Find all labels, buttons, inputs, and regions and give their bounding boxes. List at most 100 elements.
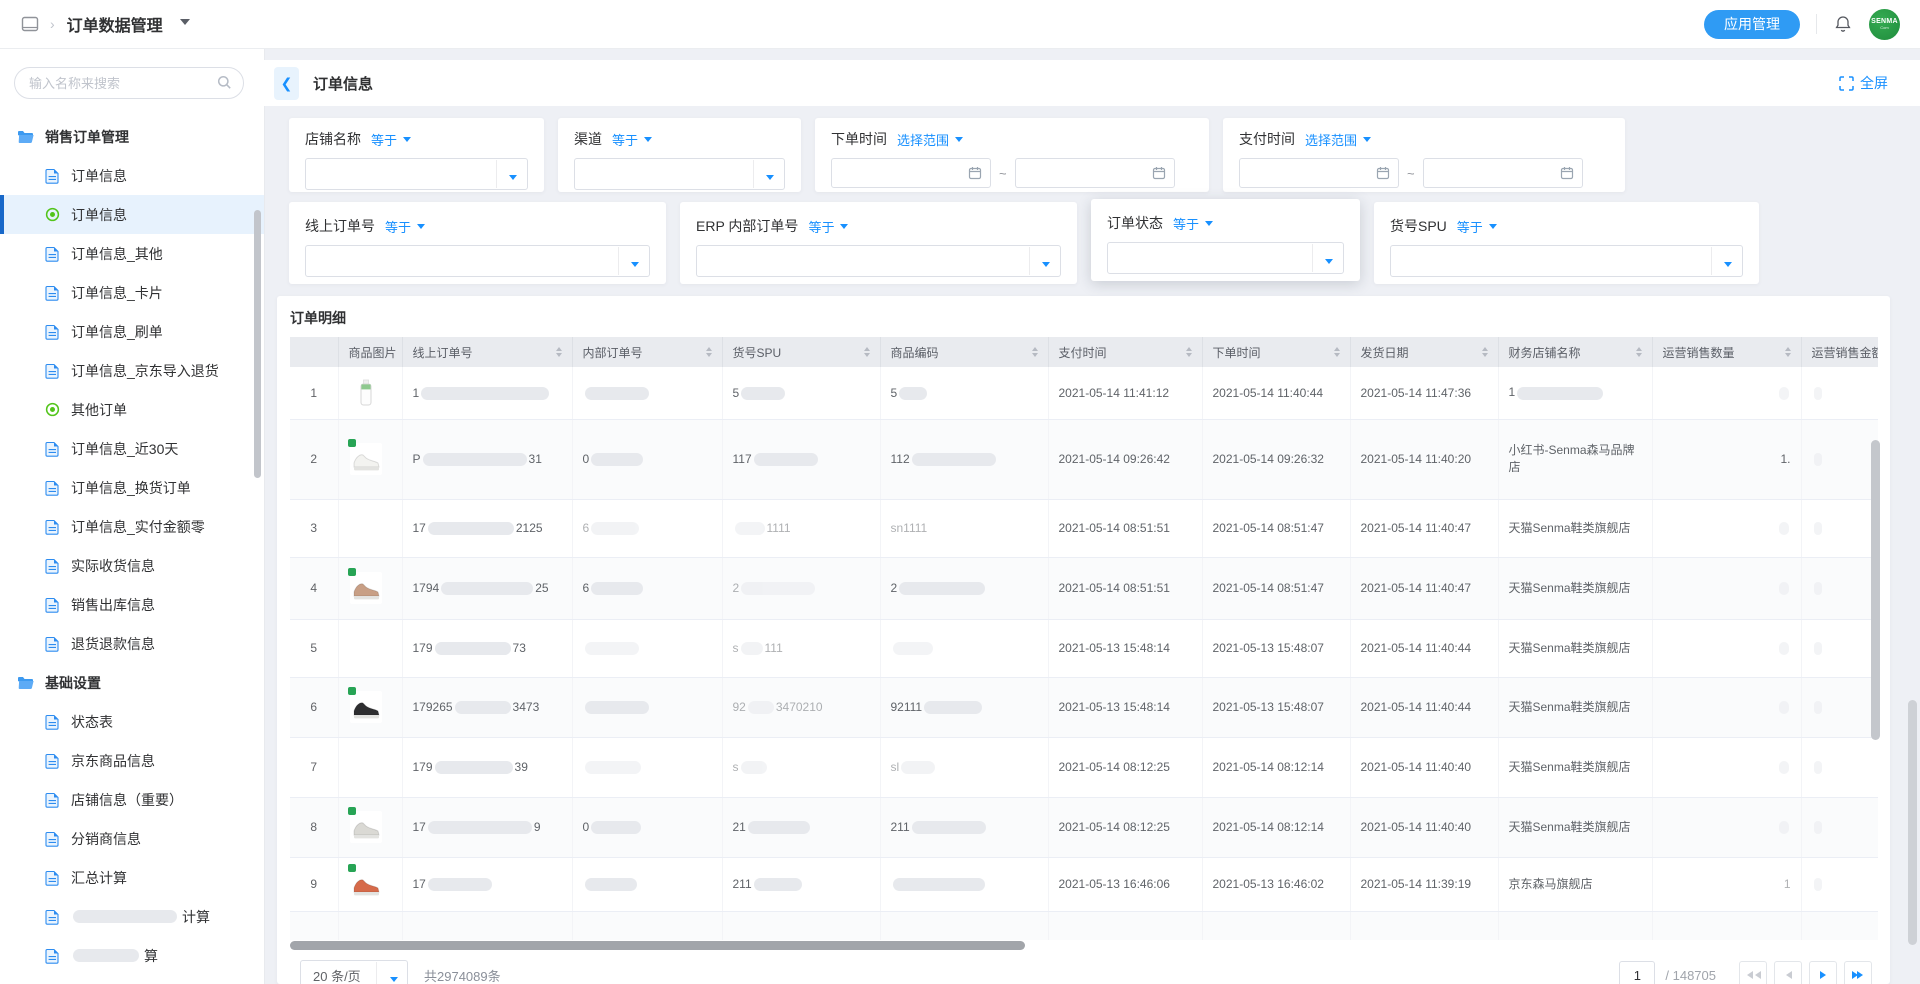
sort-icon[interactable] [1186,344,1192,360]
horizontal-scrollbar[interactable] [290,941,1025,950]
filter-operator[interactable]: 等于 [1173,214,1213,233]
table-row-1[interactable]: 11552021-05-14 11:41:122021-05-14 11:40:… [290,367,1878,419]
next-page-button[interactable] [1809,961,1837,984]
page-input[interactable] [1619,961,1655,984]
sort-icon[interactable] [1032,344,1038,360]
last-page-button[interactable] [1844,961,1872,984]
table-row-9[interactable]: 9172112021-05-13 16:46:062021-05-13 16:4… [290,857,1878,911]
sort-icon[interactable] [556,344,562,360]
product-image[interactable] [349,376,383,410]
window-scrollbar[interactable] [1908,700,1917,945]
filter-select[interactable] [1107,242,1344,274]
sort-icon[interactable] [1334,344,1340,360]
table-row-5[interactable]: 517973s1112021-05-13 15:48:142021-05-13 … [290,619,1878,677]
sidebar-item[interactable]: 销售出库信息 [0,585,264,624]
filter-operator[interactable]: 选择范围 [1305,130,1371,149]
column-header[interactable]: 内部订单号 [572,337,722,367]
filter-operator[interactable]: 等于 [808,217,848,236]
sidebar-item[interactable]: 订单信息_实付金额零 [0,507,264,546]
search-icon[interactable] [217,75,232,95]
table-row-3[interactable]: 317212561111sn11112021-05-14 08:51:51202… [290,499,1878,557]
filter-select[interactable] [696,245,1061,277]
product-image-cell[interactable] [338,857,402,911]
table-row-4[interactable]: 41794256222021-05-14 08:51:512021-05-14 … [290,557,1878,619]
table-row-6[interactable]: 61792653473923470210921112021-05-13 15:4… [290,677,1878,737]
prev-page-button[interactable] [1774,961,1802,984]
product-image[interactable] [349,571,383,605]
notification-bell-icon[interactable] [1833,14,1853,34]
sidebar-item[interactable]: 京东商品信息 [0,741,264,780]
product-image-cell[interactable] [338,419,402,499]
date-input-start[interactable] [1239,158,1399,188]
date-input-end[interactable] [1423,158,1583,188]
sidebar-item[interactable]: 订单信息 [0,195,264,234]
table-row-7[interactable]: 717939ssl2021-05-14 08:12:252021-05-14 0… [290,737,1878,797]
column-header[interactable]: 发货日期 [1350,337,1498,367]
sort-icon[interactable] [864,344,870,360]
sort-icon[interactable] [1785,344,1791,360]
product-image-cell[interactable] [338,367,402,419]
product-image[interactable] [349,442,383,476]
sidebar-item[interactable]: 店铺低动销计算 [0,975,264,984]
breadcrumb-title[interactable]: 订单数据管理 [67,12,163,36]
sidebar-item[interactable]: 订单信息_其他 [0,234,264,273]
product-image-cell[interactable] [338,677,402,737]
sidebar-item[interactable]: 订单信息_换货订单 [0,468,264,507]
column-header[interactable]: 财务店铺名称 [1498,337,1652,367]
sidebar-group[interactable]: 销售订单管理 [0,117,264,156]
filter-select[interactable] [305,245,650,277]
back-button[interactable]: ❮ [274,67,299,100]
vertical-scrollbar[interactable] [1871,440,1880,740]
sidebar-item[interactable]: 订单信息_近30天 [0,429,264,468]
window-icon[interactable] [20,14,40,34]
sidebar-group[interactable]: 基础设置 [0,663,264,702]
sidebar-item[interactable]: 订单信息_刷单 [0,312,264,351]
filter-operator[interactable]: 等于 [1457,217,1497,236]
sidebar-item[interactable]: 实际收货信息 [0,546,264,585]
sidebar-item[interactable]: 算 [0,936,264,975]
column-header[interactable]: 支付时间 [1048,337,1202,367]
sidebar-item[interactable]: 订单信息_京东导入退货 [0,351,264,390]
sidebar-item[interactable]: 状态表 [0,702,264,741]
sidebar-item[interactable]: 退货退款信息 [0,624,264,663]
filter-operator[interactable]: 等于 [385,217,425,236]
column-header[interactable]: 运营销售数量 [1652,337,1801,367]
sort-icon[interactable] [1636,344,1642,360]
sidebar-item[interactable]: 店铺信息（重要） [0,780,264,819]
table-row-8[interactable]: 81790212112021-05-14 08:12:252021-05-14 … [290,797,1878,857]
avatar[interactable]: SENMA Com [1869,9,1900,40]
app-manage-button[interactable]: 应用管理 [1704,10,1800,39]
table-row-2[interactable]: 2P3101171122021-05-14 09:26:422021-05-14… [290,419,1878,499]
product-image-cell[interactable] [338,797,402,857]
filter-operator[interactable]: 等于 [371,130,411,149]
column-header[interactable]: 线上订单号 [402,337,572,367]
date-input-end[interactable] [1015,158,1175,188]
sidebar-item[interactable]: 计算 [0,897,264,936]
filter-operator[interactable]: 等于 [612,130,652,149]
fullscreen-button[interactable]: 全屏 [1839,73,1888,93]
filter-select[interactable] [1390,245,1743,277]
column-header[interactable]: 商品编码 [880,337,1048,367]
filter-select[interactable] [305,158,528,190]
column-header[interactable]: 下单时间 [1202,337,1350,367]
column-header[interactable]: 货号SPU [722,337,880,367]
sidebar-item[interactable]: 订单信息 [0,156,264,195]
product-image-cell[interactable] [338,557,402,619]
product-image[interactable] [349,867,383,901]
sidebar-item[interactable]: 分销商信息 [0,819,264,858]
page-size-select[interactable]: 20 条/页 [300,960,408,984]
product-image[interactable] [349,690,383,724]
first-page-button[interactable] [1739,961,1767,984]
breadcrumb-caret-icon[interactable] [180,19,190,30]
sidebar-item[interactable]: 其他订单 [0,390,264,429]
product-image[interactable] [349,810,383,844]
table-row-10[interactable] [290,911,1878,940]
sort-icon[interactable] [1482,344,1488,360]
search-input[interactable] [14,67,244,99]
sidebar-item[interactable]: 汇总计算 [0,858,264,897]
sidebar-scrollbar[interactable] [254,210,261,478]
date-input-start[interactable] [831,158,991,188]
column-header[interactable]: 运营销售金额 [1801,337,1878,367]
sort-icon[interactable] [706,344,712,360]
filter-select[interactable] [574,158,785,190]
